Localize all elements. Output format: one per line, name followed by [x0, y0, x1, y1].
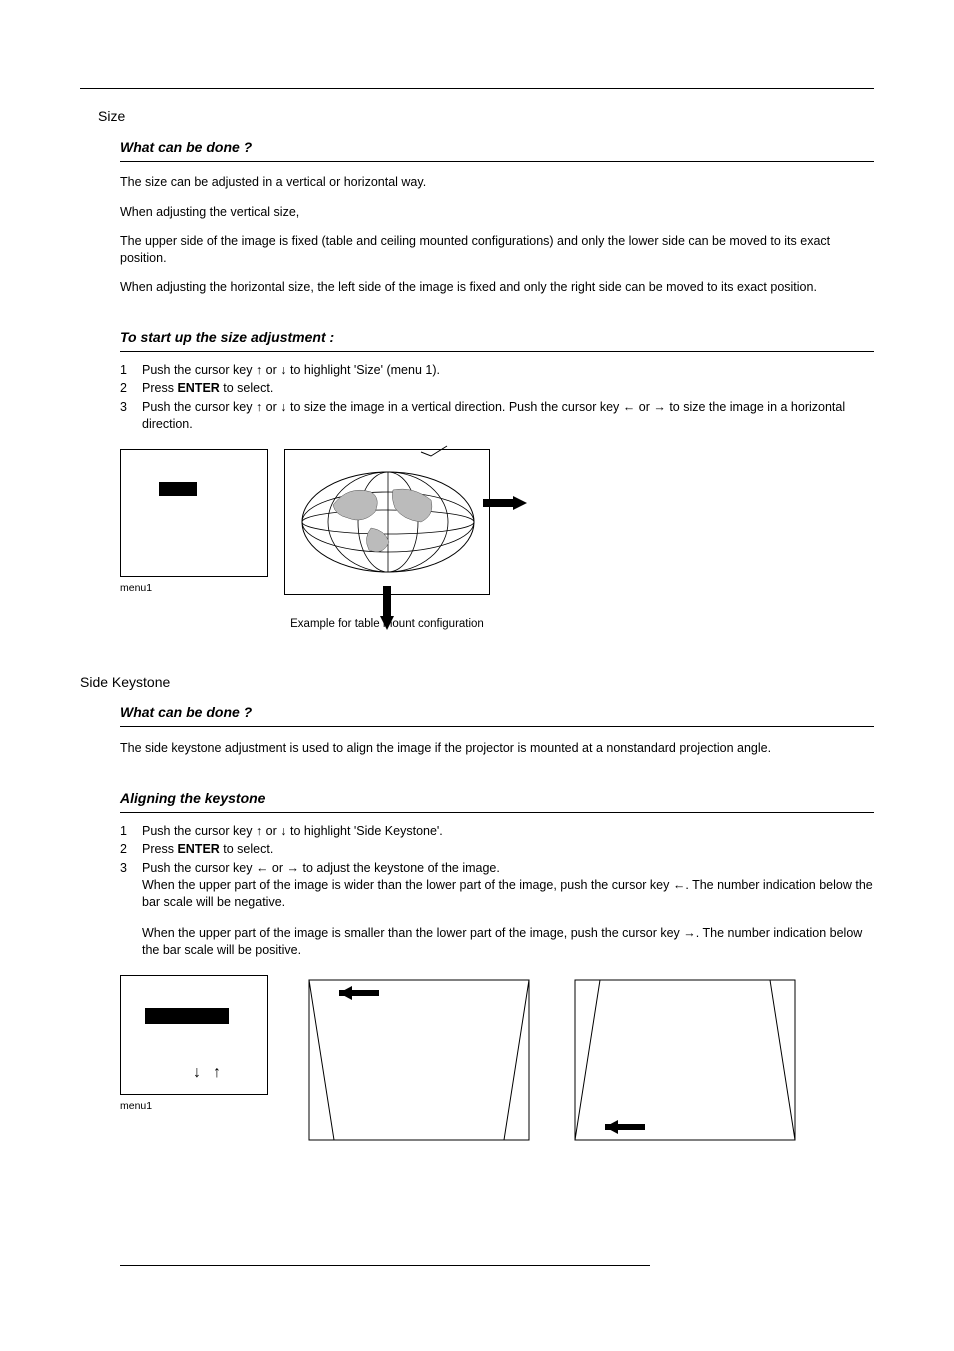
- text-frag: to adjust the keystone of the image.: [299, 861, 500, 875]
- menu-box: ↓ ↑: [120, 975, 268, 1095]
- sub-what-can-be-done-2: What can be done ?: [120, 703, 874, 722]
- arrow-right-icon: →: [653, 399, 666, 416]
- step-num: 2: [120, 380, 142, 397]
- step-text: Press ENTER to select.: [142, 841, 874, 858]
- arrow-down-icon: ↓: [193, 1062, 201, 1084]
- step-row: 3 Push the cursor key ↑ or ↓ to size the…: [120, 399, 874, 433]
- step-row: 1 Push the cursor key ↑ or ↓ to highligh…: [120, 362, 874, 379]
- enter-key: ENTER: [177, 381, 219, 395]
- figure-caption: menu1: [120, 581, 268, 595]
- footer-rule: [120, 1265, 650, 1266]
- step-text: Press ENTER to select.: [142, 380, 874, 397]
- arrow-right-icon: [483, 499, 513, 507]
- figure-menu1-ks: ↓ ↑ menu1: [120, 975, 268, 1113]
- text-frag: Push the cursor key: [142, 400, 256, 414]
- text-frag: to highlight 'Side Keystone'.: [287, 824, 443, 838]
- arrow-right-icon: →: [683, 925, 696, 942]
- text-frag: to select.: [220, 842, 274, 856]
- size-steps-list: 1 Push the cursor key ↑ or ↓ to highligh…: [120, 362, 874, 434]
- arrow-up-icon: ↑: [213, 1062, 221, 1084]
- text-frag: or: [262, 363, 280, 377]
- top-border: [80, 88, 874, 89]
- body-text: When adjusting the horizontal size, the …: [120, 279, 874, 296]
- text-frag: to highlight 'Size' (menu 1).: [287, 363, 440, 377]
- text-frag: When the upper part of the image is smal…: [142, 926, 683, 940]
- figure-menu1: menu1: [120, 449, 268, 595]
- globe-box: [284, 449, 490, 595]
- menu-highlight: [145, 1008, 229, 1024]
- rule: [120, 726, 874, 727]
- text-frag: or: [635, 400, 653, 414]
- step-row: 1 Push the cursor key ↑ or ↓ to highligh…: [120, 823, 874, 840]
- text-frag: Push the cursor key: [142, 861, 256, 875]
- text-frag: or: [268, 861, 286, 875]
- rule: [120, 812, 874, 813]
- step-text: Push the cursor key ↑ or ↓ to highlight …: [142, 362, 874, 379]
- arrow-left-icon: ←: [673, 877, 686, 894]
- text-frag: Push the cursor key: [142, 824, 256, 838]
- step-num: 1: [120, 823, 142, 840]
- body-text: When adjusting the vertical size,: [120, 204, 874, 221]
- arrow-left-icon: ←: [256, 860, 269, 877]
- step-num: 1: [120, 362, 142, 379]
- arrow-down-icon: [383, 586, 391, 616]
- text-frag: to size the image in a vertical directio…: [287, 400, 623, 414]
- sub-aligning-keystone: Aligning the keystone: [120, 789, 874, 808]
- globe-icon: [293, 460, 483, 584]
- tick-icon: [419, 444, 449, 458]
- rule: [120, 161, 874, 162]
- text-frag: Push the cursor key: [142, 363, 256, 377]
- step-num: 3: [120, 860, 142, 911]
- step-text: Push the cursor key ↑ or ↓ to size the i…: [142, 399, 874, 433]
- arrow-left-icon: ←: [623, 399, 636, 416]
- step-num: 2: [120, 841, 142, 858]
- rule: [120, 351, 874, 352]
- step-num: 3: [120, 399, 142, 433]
- text-frag: or: [262, 824, 280, 838]
- step-row: 2 Press ENTER to select.: [120, 380, 874, 397]
- step-row: 3 Push the cursor key ← or → to adjust t…: [120, 860, 874, 911]
- section-keystone-heading: Side Keystone: [80, 673, 874, 692]
- arrow-right-icon: →: [287, 860, 300, 877]
- step-row: 2 Press ENTER to select.: [120, 841, 874, 858]
- step-text: Push the cursor key ← or → to adjust the…: [142, 860, 874, 911]
- text-frag: When the upper part of the image is wide…: [142, 878, 673, 892]
- text-frag: Press: [142, 842, 177, 856]
- figure-globe: Example for table mount configuration: [284, 449, 490, 633]
- body-text: The side keystone adjustment is used to …: [120, 740, 874, 757]
- text-frag: Press: [142, 381, 177, 395]
- body-text: The size can be adjusted in a vertical o…: [120, 174, 874, 191]
- menu-box: [120, 449, 268, 577]
- keystone-wide-top-icon: [304, 975, 534, 1145]
- body-text: When the upper part of the image is smal…: [142, 925, 874, 959]
- section-size-heading: Size: [98, 107, 874, 126]
- body-text: The upper side of the image is fixed (ta…: [120, 233, 874, 267]
- text-frag: to select.: [220, 381, 274, 395]
- sub-what-can-be-done-1: What can be done ?: [120, 138, 874, 157]
- figure-caption: menu1: [120, 1099, 268, 1113]
- keystone-steps-list: 1 Push the cursor key ↑ or ↓ to highligh…: [120, 823, 874, 911]
- menu-highlight: [159, 482, 197, 496]
- keystone-narrow-top-icon: [570, 975, 800, 1145]
- step-text: Push the cursor key ↑ or ↓ to highlight …: [142, 823, 874, 840]
- enter-key: ENTER: [177, 842, 219, 856]
- text-frag: or: [262, 400, 280, 414]
- sub-start-size-adjust: To start up the size adjustment :: [120, 328, 874, 347]
